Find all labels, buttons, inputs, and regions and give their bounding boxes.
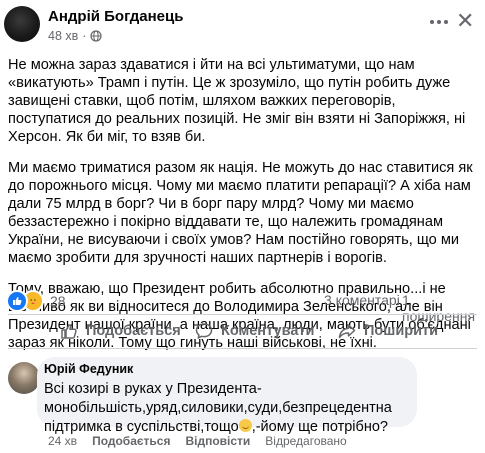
post-paragraph-1: Не можна зараз здаватися і йти на всі ул…: [8, 57, 466, 145]
post-paragraph-2: Ми маємо триматися разом як нація. Не мо…: [8, 160, 473, 266]
share-label: Поширити: [364, 323, 439, 339]
share-icon: [338, 324, 356, 339]
comment-reply-link[interactable]: Відповісти: [185, 434, 250, 448]
comment-text: Всі козирі в руках у Президента-монобіль…: [44, 380, 414, 437]
post-time[interactable]: 48 хв: [48, 29, 78, 43]
globe-icon: [90, 30, 103, 42]
post-meta: 48 хв ·: [48, 29, 103, 43]
reaction-count: 28: [50, 293, 66, 309]
share-button[interactable]: Поширити: [338, 322, 438, 340]
comment-time[interactable]: 24 хв: [48, 434, 77, 448]
close-icon[interactable]: ✕: [456, 10, 474, 32]
commenter-name[interactable]: Юрій Федуник: [44, 362, 133, 376]
comment-label: Коментувати: [221, 323, 315, 339]
action-bar: Подобається Коментувати Поширити: [0, 318, 485, 346]
more-icon[interactable]: [427, 12, 451, 32]
like-reaction-icon: [6, 290, 28, 312]
reaction-summary[interactable]: 28: [6, 290, 66, 312]
divider-bottom: [8, 348, 477, 349]
divider-top: [8, 314, 477, 315]
comment-meta: 24 хв Подобається Відповісти Відредагова…: [48, 434, 347, 448]
like-button[interactable]: Подобається: [60, 322, 181, 340]
commenter-avatar[interactable]: [8, 362, 40, 394]
comment-icon: [195, 323, 213, 339]
author-name[interactable]: Андрій Богданець: [48, 8, 183, 25]
comment-button[interactable]: Коментувати: [195, 322, 314, 340]
comment-edited-label: Відредаговано: [265, 434, 347, 448]
emoji-icon: [238, 419, 252, 432]
post-header: Андрій Богданець 48 хв · ✕: [0, 0, 485, 50]
like-label: Подобається: [86, 323, 181, 339]
comments-count[interactable]: 3 коментарі: [324, 292, 400, 308]
meta-dot: ·: [82, 29, 87, 43]
comment-text-tail: ,-йому ще потрібно?: [251, 419, 388, 435]
comment-like-link[interactable]: Подобається: [92, 434, 170, 448]
author-avatar[interactable]: [4, 6, 40, 42]
thumbs-up-icon: [61, 324, 77, 339]
